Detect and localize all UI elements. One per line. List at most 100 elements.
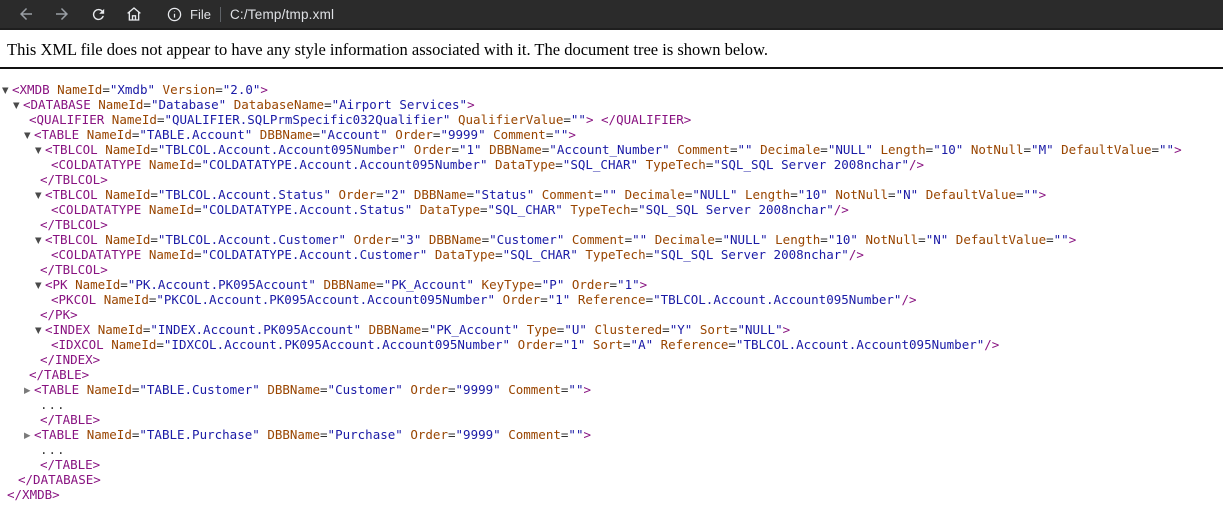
collapse-arrow-icon[interactable]: ▼ [35, 144, 45, 159]
collapse-arrow-icon[interactable]: ▼ [24, 129, 34, 144]
xml-token [570, 292, 578, 307]
xml-token: "2.0" [223, 82, 261, 97]
xml-token: = [215, 82, 223, 97]
xml-token: <COLDATATYPE [51, 157, 141, 172]
xml-token: NameId [87, 127, 132, 142]
xml-token: NotNull [865, 232, 918, 247]
xml-token: > [583, 427, 591, 442]
xml-token: "Database" [151, 97, 226, 112]
xml-token: = [820, 142, 828, 157]
xml-token: "PK_Account" [429, 322, 519, 337]
xml-token [963, 142, 971, 157]
collapse-arrow-icon[interactable]: ▼ [35, 189, 45, 204]
xml-token: Length [775, 232, 820, 247]
back-button[interactable] [8, 0, 44, 28]
xml-token: > [583, 382, 591, 397]
refresh-icon [90, 6, 107, 23]
xml-line: </TABLE> [0, 367, 1223, 382]
xml-line: ▼<TBLCOL NameId="TBLCOL.Account.Account0… [0, 142, 1223, 157]
xml-token: "N" [896, 187, 919, 202]
xml-token: <TBLCOL [45, 187, 98, 202]
xml-token: = [480, 202, 488, 217]
xml-token: = [376, 187, 384, 202]
xml-line: ▼<TBLCOL NameId="TBLCOL.Account.Status" … [0, 187, 1223, 202]
xml-line: ... [0, 442, 1223, 457]
xml-token: = [102, 82, 110, 97]
xml-token: = [467, 187, 475, 202]
xml-token [482, 142, 490, 157]
xml-token: = [1151, 142, 1159, 157]
xml-token [155, 82, 163, 97]
page-info-icon[interactable] [166, 6, 183, 23]
xml-token [653, 337, 661, 352]
xml-token: > [1069, 232, 1077, 247]
xml-token [346, 232, 354, 247]
address-bar[interactable]: File C:/Temp/tmp.xml [166, 0, 1223, 28]
xml-token [488, 157, 496, 172]
xml-token [918, 187, 926, 202]
xml-line: ▼<TABLE NameId="TABLE.Account" DBBName="… [0, 127, 1223, 142]
collapse-arrow-icon[interactable]: ▼ [35, 279, 45, 294]
xml-token [406, 187, 414, 202]
xml-token: <INDEX [45, 322, 90, 337]
xml-token: </TABLE> [40, 457, 100, 472]
xml-token: "P" [542, 277, 565, 292]
xml-line: </TBLCOL> [0, 217, 1223, 232]
xml-token: = [623, 337, 631, 352]
xml-token: NameId [105, 142, 150, 157]
xml-token: Comment [572, 232, 625, 247]
refresh-button[interactable] [80, 0, 116, 28]
home-button[interactable] [116, 0, 152, 28]
xml-token [510, 337, 518, 352]
xml-token: /> [849, 247, 864, 262]
collapse-arrow-icon[interactable]: ▼ [13, 99, 23, 114]
xml-token: Decimale [760, 142, 820, 157]
xml-line: </TBLCOL> [0, 262, 1223, 277]
xml-token: "" [571, 112, 586, 127]
xml-token [593, 112, 601, 127]
xml-token [768, 232, 776, 247]
xml-token: "9999" [456, 382, 501, 397]
xml-token: Decimale [625, 187, 685, 202]
xml-token: "QUALIFIER.SQLPrmSpecific032Qualifier" [164, 112, 450, 127]
xml-token [226, 97, 234, 112]
xml-token: "" [1024, 187, 1039, 202]
xml-token: /> [901, 292, 916, 307]
collapse-arrow-icon[interactable]: ▼ [35, 234, 45, 249]
xml-token: "" [568, 382, 583, 397]
xml-line: </DATABASE> [0, 472, 1223, 487]
collapse-arrow-icon[interactable]: ▼ [35, 324, 45, 339]
xml-token: Order [414, 142, 452, 157]
xml-token: = [156, 337, 164, 352]
expand-arrow-icon[interactable]: ▶ [24, 429, 34, 444]
xml-token: /> [909, 157, 924, 172]
xml-token: "TBLCOL.Account.Status" [158, 187, 331, 202]
xml-token: Comment [508, 382, 561, 397]
xml-token: = [150, 142, 158, 157]
xml-token [450, 112, 458, 127]
xml-token: = [888, 187, 896, 202]
xml-token: "3" [399, 232, 422, 247]
xml-token: TypeTech [570, 202, 630, 217]
xml-token: = [312, 127, 320, 142]
xml-line: ▶<TABLE NameId="TABLE.Customer" DBBName=… [0, 382, 1223, 397]
xml-token: <QUALIFIER [29, 112, 104, 127]
xml-token: > [467, 97, 475, 112]
xml-token: </TBLCOL> [40, 262, 108, 277]
url-text[interactable]: C:/Temp/tmp.xml [230, 7, 334, 22]
xml-token: /> [984, 337, 999, 352]
xml-token: = [625, 232, 633, 247]
xml-token: = [1046, 232, 1054, 247]
xml-token: TypeTech [585, 247, 645, 262]
xml-token: <COLDATATYPE [51, 202, 141, 217]
xml-token: Version [163, 82, 216, 97]
expand-arrow-icon[interactable]: ▶ [24, 384, 34, 399]
xml-token: = [646, 292, 654, 307]
xml-token [141, 202, 149, 217]
xml-token: "PKCOL.Account.PK095Account.Account095Nu… [156, 292, 495, 307]
forward-arrow-icon [53, 5, 71, 23]
xml-token: Comment [542, 187, 595, 202]
collapse-arrow-icon[interactable]: ▼ [2, 84, 12, 99]
forward-button[interactable] [44, 0, 80, 28]
back-arrow-icon [17, 5, 35, 23]
